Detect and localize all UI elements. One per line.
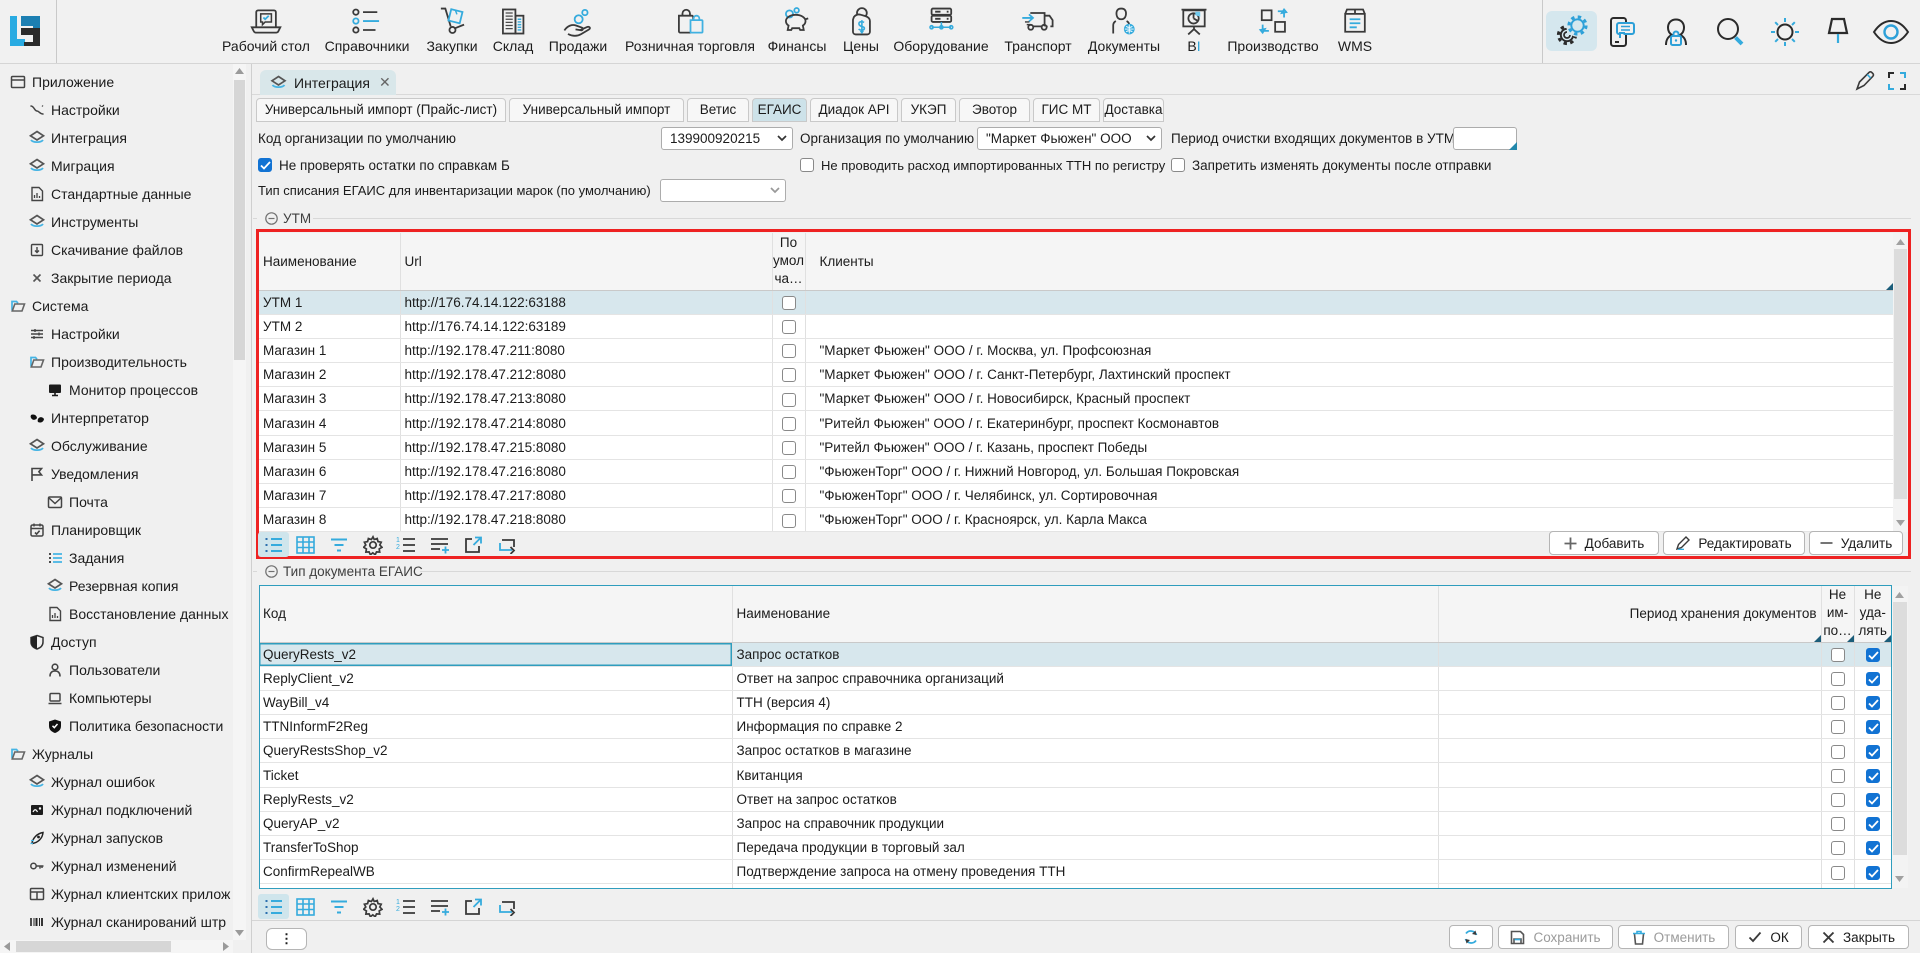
svg-text:1: 1 xyxy=(396,899,400,906)
svg-text:1: 1 xyxy=(396,537,400,544)
svg-text:2: 2 xyxy=(396,544,400,551)
svg-text:2: 2 xyxy=(396,906,400,913)
